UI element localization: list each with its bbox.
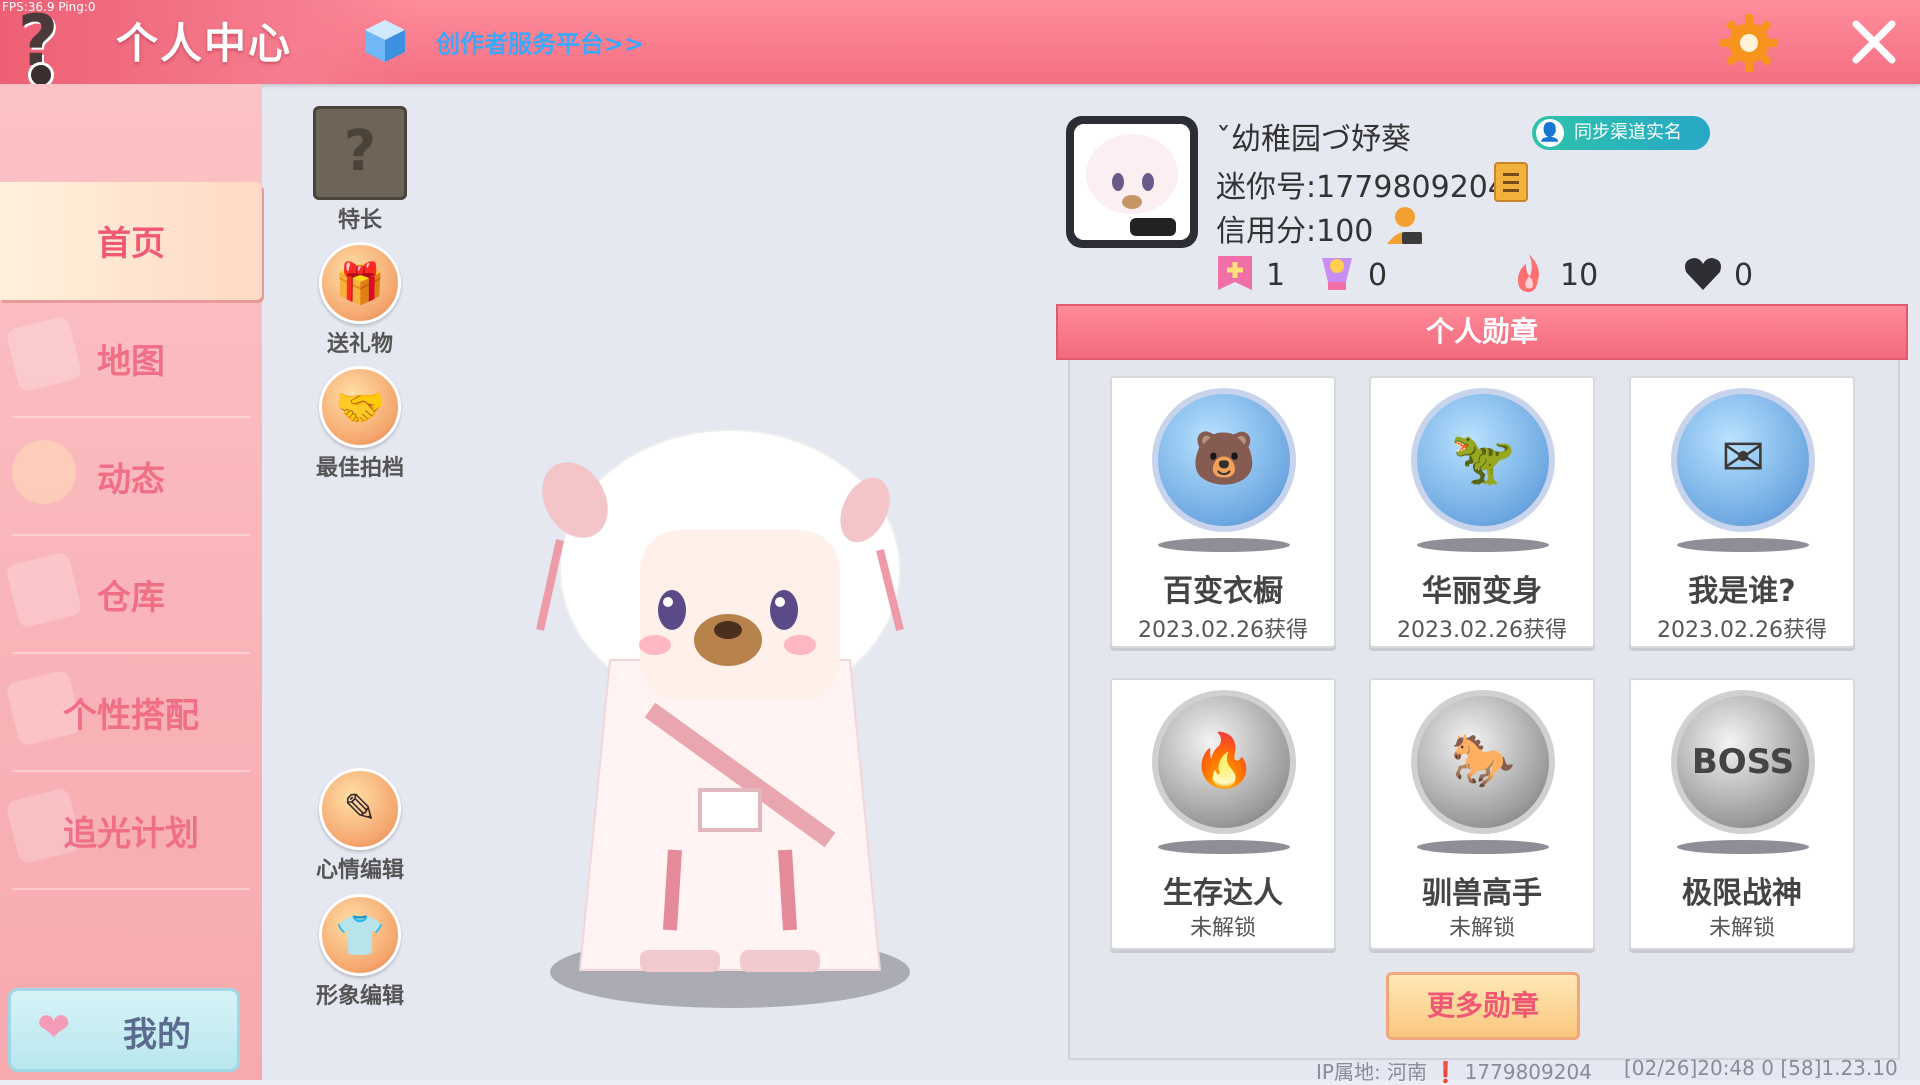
medal-card[interactable]: 🐎 驯兽高手 未解锁 [1369, 678, 1595, 950]
sidebar-item-home[interactable]: 首页 [0, 182, 262, 300]
more-medals-button[interactable]: 更多勋章 [1386, 972, 1580, 1040]
gift-icon: 🎁 [319, 242, 401, 324]
fire-icon [1518, 254, 1539, 292]
boss-medal-icon: BOSS [1671, 690, 1815, 834]
medal-shadow [1158, 840, 1290, 854]
medal-card[interactable]: BOSS 极限战神 未解锁 [1629, 678, 1855, 950]
image-edit-label: 形象编辑 [315, 984, 404, 1009]
medal-shadow [1677, 840, 1809, 854]
handshake-icon: 🤝 [319, 366, 401, 448]
outfit-edit-icon: 👕 [319, 894, 401, 976]
medal-name: 我是谁? [1688, 574, 1796, 609]
sidebar-item-label: 追光计划 [63, 814, 199, 854]
send-gift-label: 送礼物 [326, 332, 393, 357]
ip-location-info: IP属地: 河南 ❗ 1779809204 [1316, 1060, 1592, 1084]
mine-label: 我的 [123, 1015, 191, 1055]
talent-button[interactable]: ? 特长 [300, 106, 420, 234]
sidebar-item-map[interactable]: 地图 [0, 300, 262, 418]
medal-name: 极限战神 [1682, 876, 1802, 911]
page-title: 个人中心 [116, 19, 293, 68]
creator-platform-link[interactable]: 创作者服务平台>> [436, 24, 644, 59]
avatar[interactable] [1074, 124, 1190, 240]
wardrobe-medal-icon: 🐻 [1152, 388, 1296, 532]
sidebar-item-label: 仓库 [97, 578, 165, 618]
send-gift-button[interactable]: 🎁 送礼物 [300, 242, 420, 358]
avatar-image [1074, 124, 1190, 240]
credit-score: 信用分:100 [1216, 214, 1374, 249]
medal-shadow [1417, 840, 1549, 854]
copy-icon[interactable] [1494, 162, 1528, 202]
image-edit-button[interactable]: 👕 形象编辑 [300, 894, 420, 1010]
sidebar-item-label: 个性搭配 [63, 696, 199, 736]
medal-name: 百变衣橱 [1163, 574, 1283, 609]
trophy-icon [1322, 258, 1352, 290]
sidebar-item-light-plan[interactable]: 追光计划 [0, 772, 262, 890]
badge-count: 1 [1266, 258, 1286, 293]
medal-status: 未解锁 [1448, 916, 1515, 941]
user-verify-icon: 👤 [1536, 119, 1564, 147]
heart-icon [1685, 258, 1721, 290]
heart-icon: ❤ [37, 1005, 71, 1051]
gear-icon[interactable] [1718, 12, 1780, 74]
sync-realname-button[interactable]: 👤 同步渠道实名 [1532, 116, 1710, 150]
medal-shadow [1158, 538, 1290, 552]
badge-icon [1218, 256, 1252, 290]
medal-card[interactable]: 🔥 生存达人 未解锁 [1110, 678, 1336, 950]
medal-card[interactable]: 🐻 百变衣橱 2023.02.26获得 [1110, 376, 1336, 648]
mood-edit-button[interactable]: ✎ 心情编辑 [300, 768, 420, 884]
sidebar-item-label: 动态 [97, 460, 165, 500]
sidebar-item-warehouse[interactable]: 仓库 [0, 536, 262, 654]
medal-panel-header: 个人勋章 [1056, 304, 1908, 360]
medal-status: 未解锁 [1708, 916, 1775, 941]
letter-medal-icon: ✉ [1671, 388, 1815, 532]
best-partner-button[interactable]: 🤝 最佳拍档 [300, 366, 420, 482]
medal-shadow [1417, 538, 1549, 552]
talent-label: 特长 [337, 208, 382, 233]
character-avatar[interactable] [500, 410, 960, 1010]
close-icon[interactable] [1848, 16, 1900, 68]
creator-cube-icon[interactable] [362, 18, 408, 64]
medal-name: 生存达人 [1163, 876, 1283, 911]
divider [12, 888, 250, 890]
medal-status: 未解锁 [1189, 916, 1256, 941]
medal-status: 2023.02.26获得 [1397, 618, 1567, 643]
transform-medal-icon: 🦖 [1411, 388, 1555, 532]
person-icon[interactable] [1384, 204, 1426, 246]
medal-shadow [1677, 538, 1809, 552]
question-block-icon: ? [313, 106, 407, 200]
tamer-medal-icon: 🐎 [1411, 690, 1555, 834]
sidebar-item-feed[interactable]: 动态 [0, 418, 262, 536]
medal-name: 华丽变身 [1422, 574, 1542, 609]
sidebar-item-outfit[interactable]: 个性搭配 [0, 654, 262, 772]
fire-medal-icon: 🔥 [1152, 690, 1296, 834]
sidebar: 首页 地图 动态 仓库 个性搭配 追光计划 [0, 84, 262, 1080]
debug-info: [02/26]20:48 0 [58]1.23.10 [1624, 1056, 1898, 1080]
medal-status: 2023.02.26获得 [1138, 618, 1308, 643]
best-partner-label: 最佳拍档 [315, 456, 404, 481]
sidebar-item-label: 地图 [97, 342, 165, 382]
sync-realname-label: 同步渠道实名 [1574, 122, 1682, 143]
mood-edit-label: 心情编辑 [315, 858, 404, 883]
help-icon[interactable]: ? [10, 6, 66, 88]
heart-count: 0 [1734, 258, 1754, 293]
nickname: ˇ幼稚园づ妤葵 [1216, 122, 1411, 157]
sidebar-item-label: 首页 [97, 224, 165, 264]
edit-icon: ✎ [319, 768, 401, 850]
medal-name: 驯兽高手 [1422, 876, 1542, 911]
mini-id: 迷你号:1779809204 [1216, 170, 1507, 205]
medal-card[interactable]: ✉ 我是谁? 2023.02.26获得 [1629, 376, 1855, 648]
trophy-count: 0 [1368, 258, 1388, 293]
boss-glyph: BOSS [1691, 742, 1795, 782]
mine-button[interactable]: ❤ 我的 [8, 988, 240, 1072]
medal-card[interactable]: 🦖 华丽变身 2023.02.26获得 [1369, 376, 1595, 648]
medal-status: 2023.02.26获得 [1657, 618, 1827, 643]
fire-count: 10 [1560, 258, 1599, 293]
